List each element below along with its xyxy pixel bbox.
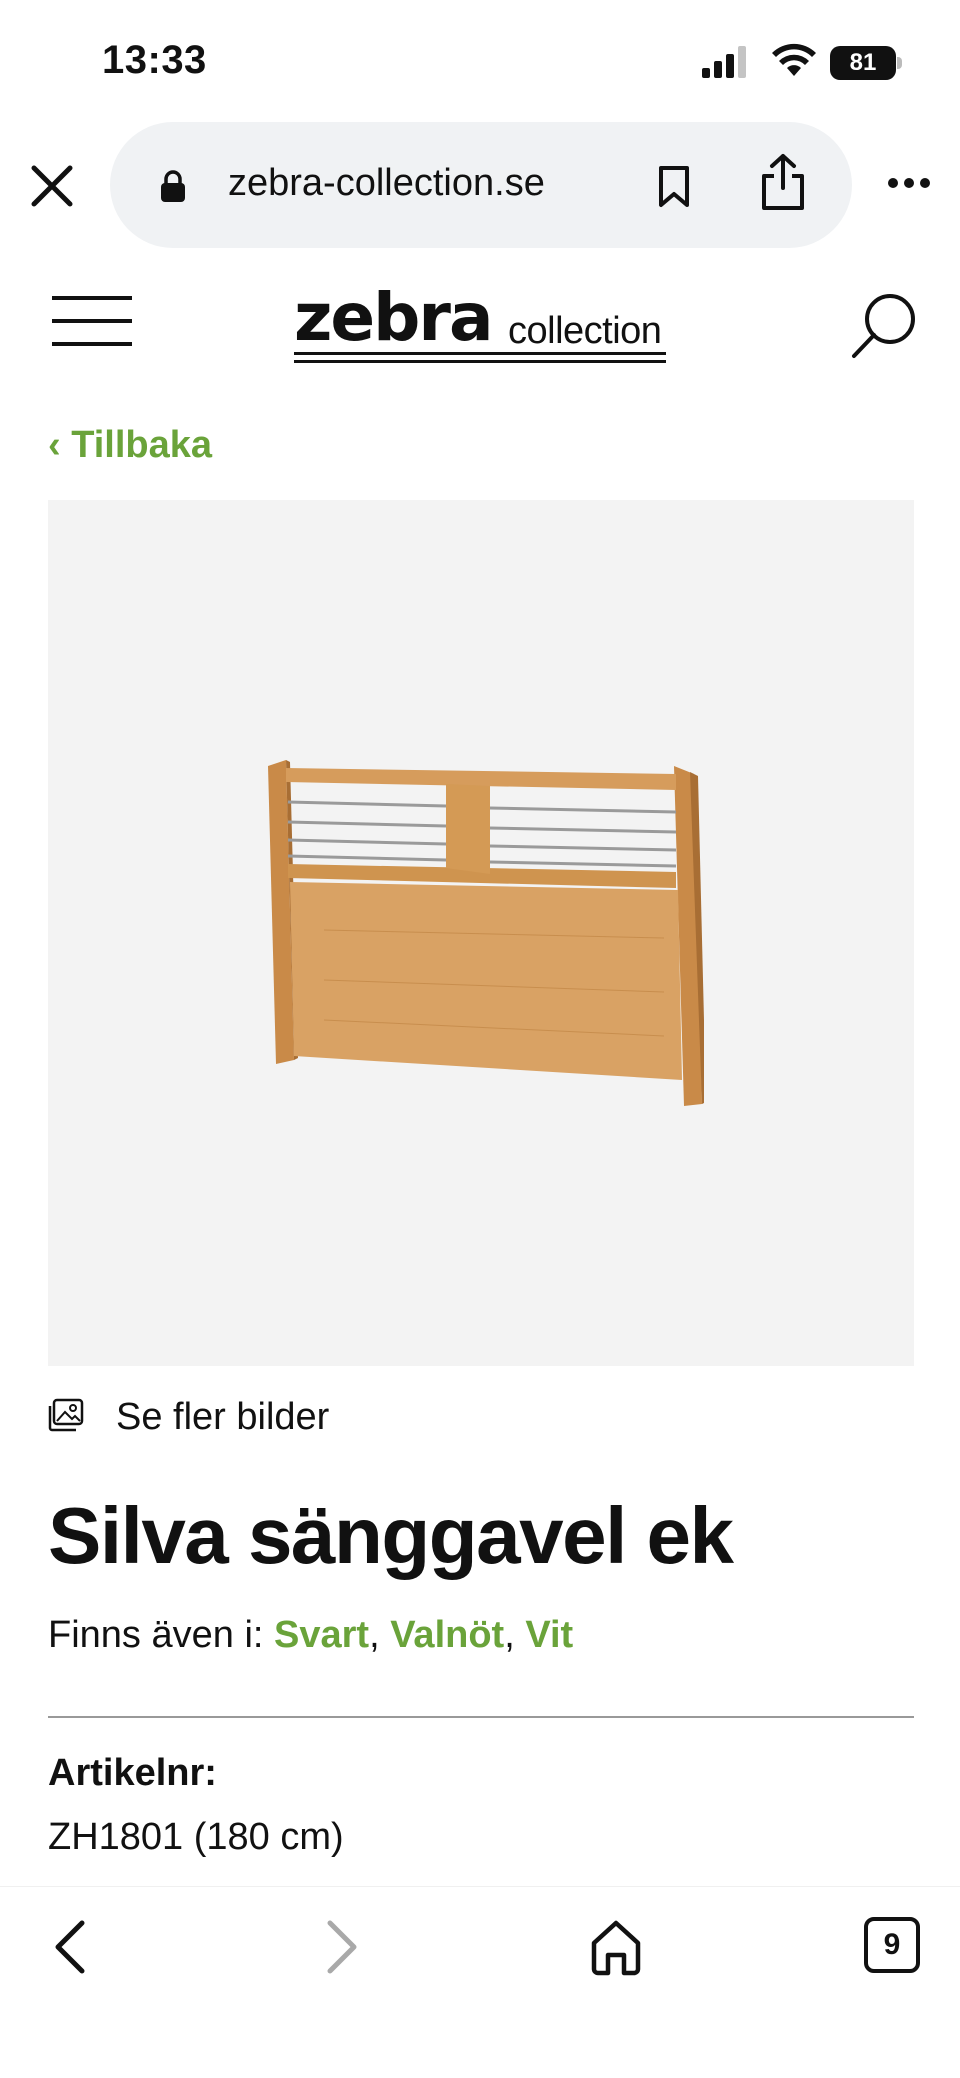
variant-link-vit[interactable]: Vit: [525, 1614, 573, 1656]
variant-separator: ,: [369, 1614, 391, 1656]
variants-line: Finns även i: Svart, Valnöt, Vit: [48, 1614, 573, 1657]
status-time: 13:33: [102, 38, 207, 82]
site-logo[interactable]: zebra collection: [294, 280, 670, 370]
headboard-image: [268, 760, 704, 1106]
back-link[interactable]: ‹ Tillbaka: [48, 424, 212, 467]
logo-sub: collection: [508, 310, 662, 352]
cellular-signal-icon: [702, 46, 746, 78]
share-icon[interactable]: [758, 152, 808, 212]
product-image[interactable]: [48, 500, 914, 1366]
variant-link-valnot[interactable]: Valnöt: [390, 1614, 504, 1656]
article-number-value: ZH1801 (180 cm): [48, 1816, 344, 1858]
tabs-icon[interactable]: 9: [864, 1917, 920, 1973]
variant-separator: ,: [504, 1614, 526, 1656]
variant-link-svart[interactable]: Svart: [274, 1614, 369, 1656]
logo-main: zebra: [294, 279, 494, 356]
battery-indicator: 81: [830, 46, 902, 80]
more-icon[interactable]: [886, 176, 932, 190]
battery-tip: [897, 57, 902, 69]
home-icon[interactable]: [588, 1917, 644, 1977]
gallery-icon: [48, 1398, 84, 1432]
product-title: Silva sänggavel ek: [48, 1491, 734, 1580]
close-icon[interactable]: [28, 162, 76, 210]
logo-underline: [294, 352, 666, 355]
lock-icon: [161, 170, 185, 202]
divider: [48, 1716, 914, 1718]
bookmark-icon[interactable]: [656, 164, 692, 208]
search-icon[interactable]: [850, 292, 918, 360]
back-arrow-icon[interactable]: [50, 1917, 90, 1977]
forward-arrow-icon[interactable]: [322, 1917, 362, 1977]
browser-bottom-bar: 9: [0, 1886, 960, 2078]
menu-icon[interactable]: [52, 296, 132, 346]
status-bar: 13:33 81: [0, 0, 960, 120]
variants-prefix: Finns även i:: [48, 1614, 274, 1656]
logo-underline: [294, 360, 666, 363]
url-text[interactable]: zebra-collection.se: [228, 162, 545, 205]
url-bar[interactable]: zebra-collection.se: [110, 122, 852, 248]
more-images-label: Se fler bilder: [116, 1396, 330, 1438]
wifi-icon: [772, 43, 816, 76]
battery-level: 81: [830, 46, 896, 80]
article-number-label: Artikelnr:: [48, 1752, 217, 1794]
